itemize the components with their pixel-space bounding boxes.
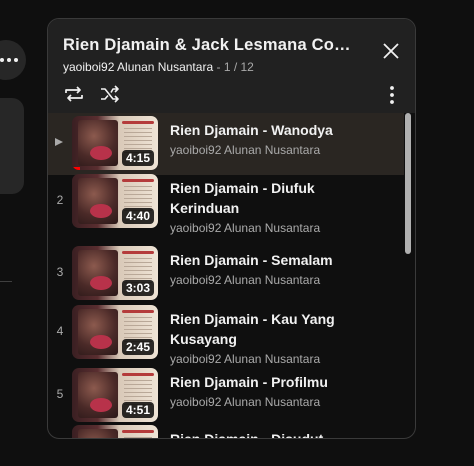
- thumbnail-script: [122, 310, 154, 313]
- playlist-subtitle: yaoiboi92 Alunan Nusantara - 1 / 12: [63, 60, 254, 74]
- duration-badge: 4:15: [121, 150, 154, 166]
- duration-badge: 3:03: [121, 280, 154, 296]
- playlist-items: 4:15 Rien Djamain - Wanodya yaoiboi92 Al…: [48, 113, 415, 438]
- video-channel[interactable]: yaoiboi92 Alunan Nusantara: [170, 395, 320, 409]
- video-channel[interactable]: yaoiboi92 Alunan Nusantara: [170, 221, 320, 235]
- playlist-item-4[interactable]: 4 2:45 Rien Djamain - Kau Yang Kusayang …: [48, 302, 404, 366]
- thumbnail-script: [122, 179, 154, 182]
- thumbnail-photo: [78, 429, 118, 438]
- thumbnail-lines: [124, 437, 152, 438]
- video-title[interactable]: Rien Djamain - Semalam: [170, 250, 370, 270]
- thumbnail-script: [122, 251, 154, 254]
- close-button[interactable]: [380, 40, 402, 62]
- thumbnail[interactable]: 2:45: [72, 305, 158, 359]
- video-title[interactable]: Rien Djamain - Kau Yang Kusayang: [170, 309, 370, 349]
- playlist-header: Rien Djamain & Jack Lesmana Comb… yaoibo…: [48, 19, 415, 113]
- thumbnail-script: [122, 430, 154, 433]
- watch-progress-bar: [72, 167, 80, 170]
- video-title[interactable]: Rien Djamain - Disudut Kerling: [170, 429, 370, 438]
- video-title[interactable]: Rien Djamain - Wanodya: [170, 120, 370, 140]
- close-icon: [383, 43, 399, 59]
- thumbnail-rose: [90, 276, 112, 290]
- item-index: 2: [56, 193, 64, 207]
- thumbnail-rose: [90, 204, 112, 218]
- thumbnail-rose: [90, 398, 112, 412]
- background-card: [0, 98, 24, 194]
- playlist-owner[interactable]: yaoiboi92 Alunan Nusantara: [63, 60, 213, 74]
- playlist-title[interactable]: Rien Djamain & Jack Lesmana Comb…: [63, 36, 353, 55]
- duration-badge: 2:45: [121, 339, 154, 355]
- playlist-separator: -: [216, 60, 221, 74]
- thumbnail-script: [122, 121, 154, 124]
- playlist-item-3[interactable]: 3 3:03 Rien Djamain - Semalam yaoiboi92 …: [48, 243, 404, 305]
- thumbnail[interactable]: 4:40: [72, 174, 158, 228]
- loop-button[interactable]: [62, 82, 86, 106]
- playlist-item-6[interactable]: Rien Djamain - Disudut Kerling: [48, 422, 404, 438]
- thumbnail-rose: [90, 335, 112, 349]
- background-more-button[interactable]: [0, 40, 26, 80]
- more-options-button[interactable]: [382, 83, 402, 107]
- duration-badge: 4:51: [121, 402, 154, 418]
- thumbnail-rose: [90, 146, 112, 160]
- item-index: 4: [56, 324, 64, 338]
- thumbnail-script: [122, 373, 154, 376]
- thumbnail[interactable]: 3:03: [72, 246, 158, 300]
- playlist-item-1[interactable]: 4:15 Rien Djamain - Wanodya yaoiboi92 Al…: [48, 113, 404, 175]
- shuffle-button[interactable]: [98, 82, 122, 106]
- playlist-item-2[interactable]: 2 4:40 Rien Djamain - Diufuk Kerinduan y…: [48, 171, 404, 235]
- play-indicator-icon: [55, 138, 63, 146]
- video-title[interactable]: Rien Djamain - Profilmu: [170, 372, 370, 392]
- video-channel[interactable]: yaoiboi92 Alunan Nusantara: [170, 273, 320, 287]
- shuffle-icon: [101, 85, 119, 103]
- more-horiz-icon: [0, 58, 18, 62]
- scrollbar-thumb[interactable]: [405, 113, 411, 254]
- video-title[interactable]: Rien Djamain - Diufuk Kerinduan: [170, 178, 370, 218]
- thumbnail[interactable]: [72, 425, 158, 438]
- playlist-panel: Rien Djamain & Jack Lesmana Comb… yaoibo…: [47, 18, 416, 439]
- item-index: 3: [56, 265, 64, 279]
- loop-icon: [65, 86, 83, 102]
- playlist-position: 1 / 12: [223, 60, 254, 74]
- thumbnail[interactable]: 4:51: [72, 368, 158, 422]
- background-divider: [0, 281, 12, 282]
- video-channel[interactable]: yaoiboi92 Alunan Nusantara: [170, 352, 320, 366]
- duration-badge: 4:40: [121, 208, 154, 224]
- video-channel[interactable]: yaoiboi92 Alunan Nusantara: [170, 143, 320, 157]
- playlist-item-5[interactable]: 5 4:51 Rien Djamain - Profilmu yaoiboi92…: [48, 365, 404, 427]
- more-vert-icon: [390, 86, 394, 104]
- item-index: 5: [56, 387, 64, 401]
- thumbnail[interactable]: 4:15: [72, 116, 158, 170]
